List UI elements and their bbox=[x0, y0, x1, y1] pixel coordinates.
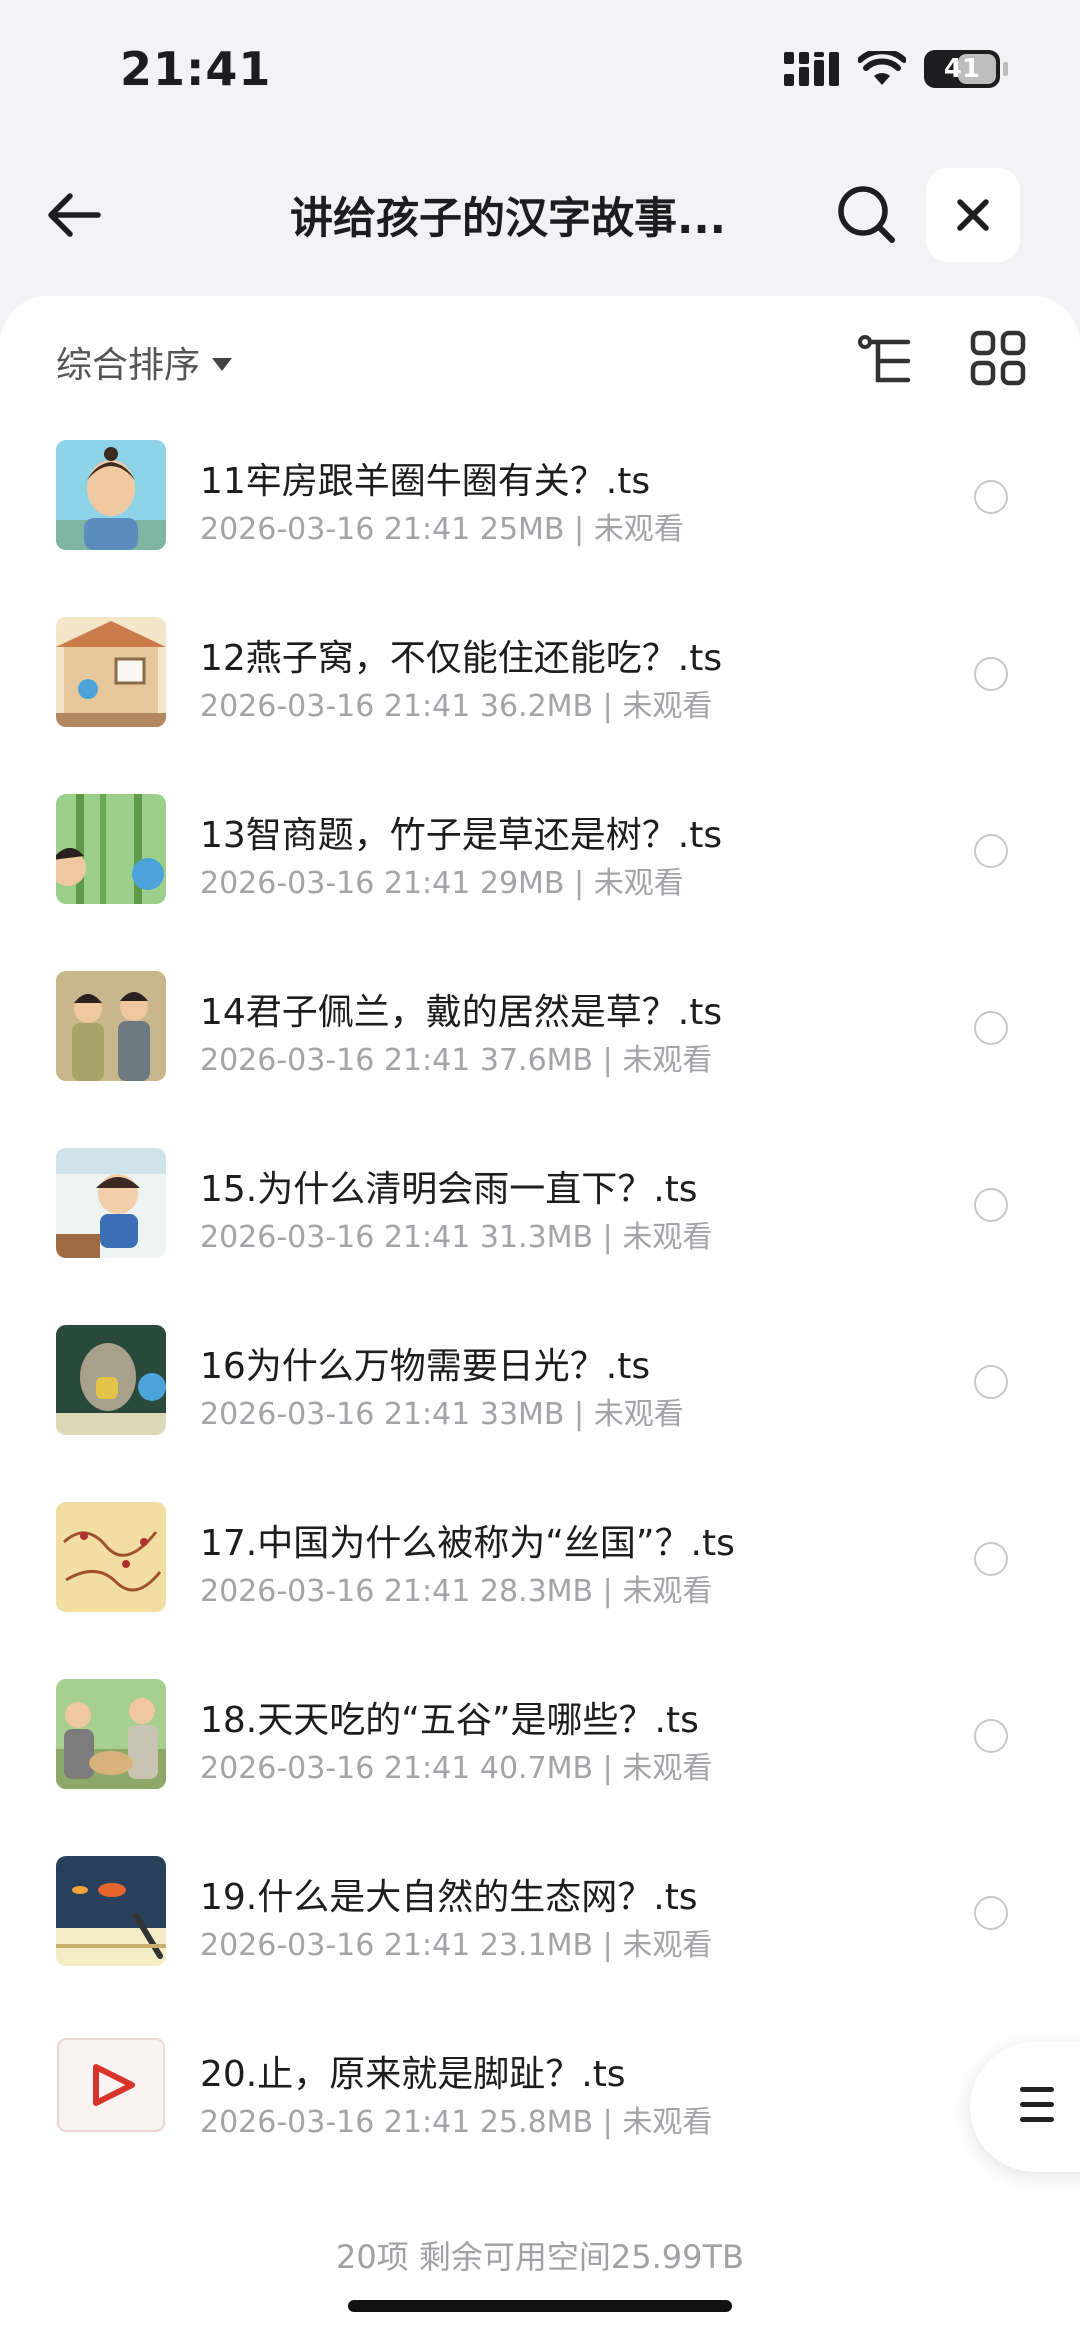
cellular-signal-icon bbox=[784, 52, 839, 86]
battery-level: 41 bbox=[943, 54, 981, 84]
page-title: 讲给孩子的汉字故事... bbox=[290, 194, 727, 244]
file-meta: 2026-03-16 21:41 31.3MB | 未观看 bbox=[200, 1220, 713, 1255]
list-item[interactable]: 13智商题，竹子是草还是树？.ts 2026-03-16 21:41 29MB … bbox=[0, 792, 1080, 969]
menu-icon bbox=[1020, 2087, 1054, 2132]
video-thumbnail bbox=[56, 794, 166, 904]
list-item[interactable]: 11牢房跟羊圈牛圈有关？.ts 2026-03-16 21:41 25MB | … bbox=[0, 438, 1080, 615]
file-meta: 2026-03-16 21:41 25MB | 未观看 bbox=[200, 512, 684, 547]
file-name: 20.止，原来就是脚趾？.ts bbox=[200, 2054, 626, 2095]
tree-view-button[interactable] bbox=[856, 330, 918, 392]
file-meta: 2026-03-16 21:41 40.7MB | 未观看 bbox=[200, 1751, 713, 1786]
file-meta: 2026-03-16 21:41 29MB | 未观看 bbox=[200, 866, 684, 901]
video-thumbnail bbox=[56, 617, 166, 727]
file-list: 11牢房跟羊圈牛圈有关？.ts 2026-03-16 21:41 25MB | … bbox=[0, 438, 1080, 2208]
file-name: 18.天天吃的“五谷”是哪些？.ts bbox=[200, 1700, 699, 1741]
video-thumbnail bbox=[56, 1679, 166, 1789]
grid-icon bbox=[970, 330, 1026, 386]
file-meta: 2026-03-16 21:41 33MB | 未观看 bbox=[200, 1397, 684, 1432]
select-radio[interactable] bbox=[974, 834, 1008, 868]
file-name: 14君子佩兰，戴的居然是草？.ts bbox=[200, 992, 723, 1033]
caret-down-icon bbox=[212, 357, 233, 371]
select-radio[interactable] bbox=[974, 1719, 1008, 1753]
wifi-icon bbox=[858, 51, 906, 85]
video-file-icon bbox=[56, 2033, 166, 2143]
list-item[interactable]: 20.止，原来就是脚趾？.ts 2026-03-16 21:41 25.8MB … bbox=[0, 2031, 1080, 2208]
select-radio[interactable] bbox=[974, 1011, 1008, 1045]
battery-icon: 41 bbox=[924, 50, 1000, 88]
arrow-left-icon bbox=[48, 193, 101, 237]
home-indicator bbox=[348, 2300, 732, 2312]
file-meta: 2026-03-16 21:41 37.6MB | 未观看 bbox=[200, 1043, 713, 1078]
list-item[interactable]: 18.天天吃的“五谷”是哪些？.ts 2026-03-16 21:41 40.7… bbox=[0, 1677, 1080, 1854]
search-button[interactable] bbox=[832, 180, 902, 250]
close-icon bbox=[957, 199, 989, 231]
select-radio[interactable] bbox=[974, 1365, 1008, 1399]
file-name: 11牢房跟羊圈牛圈有关？.ts bbox=[200, 461, 651, 502]
file-name: 12燕子窝，不仅能住还能吃？.ts bbox=[200, 638, 723, 679]
video-thumbnail bbox=[56, 440, 166, 550]
status-indicators: 41 bbox=[784, 50, 1008, 88]
list-item[interactable]: 12燕子窝，不仅能住还能吃？.ts 2026-03-16 21:41 36.2M… bbox=[0, 615, 1080, 792]
list-item[interactable]: 19.什么是大自然的生态网？.ts 2026-03-16 21:41 23.1M… bbox=[0, 1854, 1080, 2031]
list-item[interactable]: 16为什么万物需要日光？.ts 2026-03-16 21:41 33MB | … bbox=[0, 1323, 1080, 1500]
tree-icon bbox=[858, 335, 911, 383]
select-radio[interactable] bbox=[974, 1188, 1008, 1222]
list-item[interactable]: 14君子佩兰，戴的居然是草？.ts 2026-03-16 21:41 37.6M… bbox=[0, 969, 1080, 1146]
file-meta: 2026-03-16 21:41 23.1MB | 未观看 bbox=[200, 1928, 713, 1963]
storage-summary: 20项 剩余可用空间25.99TB bbox=[335, 2238, 744, 2276]
back-button[interactable] bbox=[40, 180, 110, 250]
grid-view-button[interactable] bbox=[970, 330, 1026, 386]
file-meta: 2026-03-16 21:41 36.2MB | 未观看 bbox=[200, 689, 713, 724]
sort-label: 综合排序 bbox=[56, 345, 201, 386]
select-radio[interactable] bbox=[974, 1542, 1008, 1576]
sort-toolbar: 综合排序 bbox=[0, 326, 1080, 396]
close-button[interactable] bbox=[926, 168, 1020, 262]
file-name: 13智商题，竹子是草还是树？.ts bbox=[200, 815, 723, 856]
sort-dropdown[interactable]: 综合排序 bbox=[56, 336, 233, 388]
video-thumbnail bbox=[56, 971, 166, 1081]
file-name: 15.为什么清明会雨一直下？.ts bbox=[200, 1169, 698, 1210]
status-bar: 21:41 41 bbox=[0, 0, 1080, 140]
navigation-bar: 讲给孩子的汉字故事... bbox=[0, 160, 1080, 280]
list-item[interactable]: 17.中国为什么被称为“丝国”？.ts 2026-03-16 21:41 28.… bbox=[0, 1500, 1080, 1677]
search-icon bbox=[838, 186, 895, 243]
file-meta: 2026-03-16 21:41 28.3MB | 未观看 bbox=[200, 1574, 713, 1609]
list-item[interactable]: 15.为什么清明会雨一直下？.ts 2026-03-16 21:41 31.3M… bbox=[0, 1146, 1080, 1323]
file-name: 19.什么是大自然的生态网？.ts bbox=[200, 1877, 698, 1918]
video-thumbnail bbox=[56, 1856, 166, 1966]
status-time: 21:41 bbox=[120, 42, 272, 96]
video-thumbnail bbox=[56, 1325, 166, 1435]
select-radio[interactable] bbox=[974, 480, 1008, 514]
file-sheet: 综合排序 11牢房跟羊圈牛圈有关？.ts 2026-03-16 21:41 25… bbox=[0, 296, 1080, 2337]
file-name: 16为什么万物需要日光？.ts bbox=[200, 1346, 651, 1387]
file-meta: 2026-03-16 21:41 25.8MB | 未观看 bbox=[200, 2105, 713, 2140]
video-thumbnail bbox=[56, 1502, 166, 1612]
select-radio[interactable] bbox=[974, 1896, 1008, 1930]
file-name: 17.中国为什么被称为“丝国”？.ts bbox=[200, 1523, 735, 1564]
video-thumbnail bbox=[56, 1148, 166, 1258]
select-radio[interactable] bbox=[974, 657, 1008, 691]
